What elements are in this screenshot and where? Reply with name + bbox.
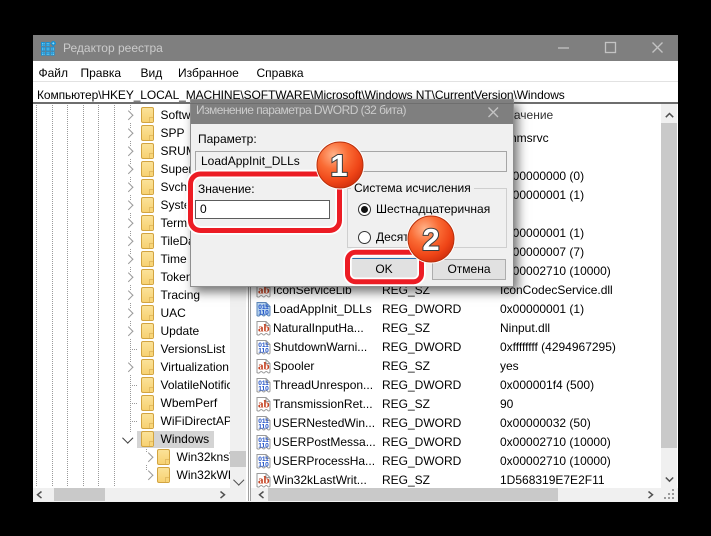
svg-text:1: 1 xyxy=(330,148,347,183)
svg-text:2: 2 xyxy=(422,222,439,257)
